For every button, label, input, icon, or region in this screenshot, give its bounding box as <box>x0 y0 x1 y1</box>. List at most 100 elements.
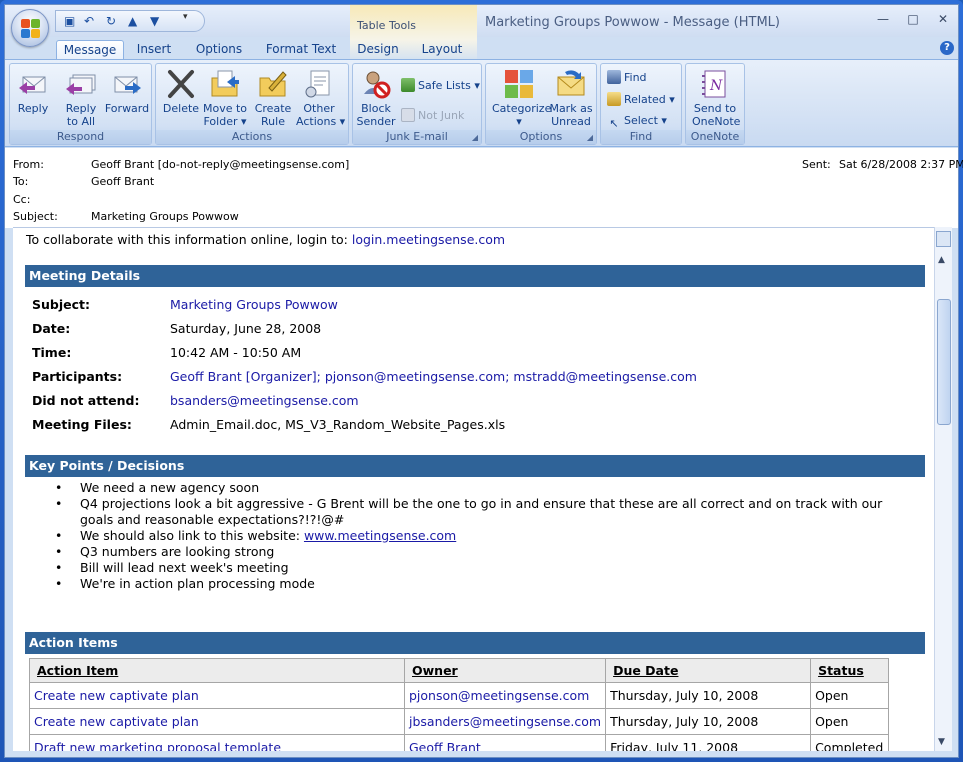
owner-cell[interactable]: jbsanders@meetingsense.com <box>403 708 607 735</box>
from-value[interactable]: Geoff Brant [do-not-reply@meetingsense.c… <box>91 158 349 171</box>
status-cell: Open <box>810 682 890 709</box>
not-junk-button[interactable]: Not Junk <box>401 108 464 122</box>
owner-cell[interactable]: pjonson@meetingsense.com <box>403 682 607 709</box>
due-date-cell: Thursday, July 10, 2008 <box>605 682 812 709</box>
detail-did-not-attend-key: Did not attend: <box>32 393 140 408</box>
related-button[interactable]: Related ▾ <box>607 92 675 106</box>
find-group-label: Find <box>601 130 681 144</box>
help-icon[interactable]: ? <box>940 41 954 55</box>
action-item-cell[interactable]: Draft new marketing proposal template <box>29 734 405 751</box>
group-junk-email: Block Sender Safe Lists ▾ Not Junk Junk … <box>352 63 482 145</box>
tab-layout[interactable]: Layout <box>419 40 465 60</box>
customize-qat-icon[interactable]: ▾ <box>183 12 188 22</box>
forward-button[interactable]: Forward <box>104 68 150 115</box>
reply-all-button[interactable]: Reply to All <box>58 68 104 128</box>
categorize-button[interactable]: Categorize ▾ <box>492 68 551 128</box>
table-row: Create new captivate plan jbsanders@meet… <box>29 708 890 735</box>
reply-label: Reply <box>17 102 49 115</box>
login-link[interactable]: login.meetingsense.com <box>352 232 505 247</box>
select-button[interactable]: ↖ Select ▾ <box>607 114 667 131</box>
key-point-item: Q3 numbers are looking strong <box>55 544 885 560</box>
onenote-icon: N <box>699 68 731 100</box>
other-actions-button[interactable]: Other Actions ▾ <box>296 68 345 128</box>
outlook-window: ▣ ↶ ↻ ▲ ▼ ▾ Table Tools Marketing Groups… <box>0 0 963 762</box>
actions-group-label: Actions <box>156 130 348 144</box>
detail-did-not-attend-value[interactable]: bsanders@meetingsense.com <box>170 393 359 408</box>
close-icon[interactable]: ✕ <box>934 11 952 27</box>
col-due-date[interactable]: Due Date <box>605 658 812 683</box>
undo-icon[interactable]: ↶ <box>84 14 94 28</box>
junk-group-label: Junk E-mail <box>353 130 481 144</box>
previous-item-icon[interactable]: ▲ <box>128 14 137 28</box>
tab-message[interactable]: Message <box>56 40 124 60</box>
mark-as-unread-button[interactable]: Mark as Unread <box>548 68 594 128</box>
send-to-onenote-button[interactable]: N Send to OneNote <box>692 68 741 128</box>
col-status[interactable]: Status <box>810 658 890 683</box>
from-label: From: <box>13 158 44 171</box>
safe-lists-icon <box>401 78 415 92</box>
create-rule-button[interactable]: Create Rule <box>250 68 296 128</box>
cc-label: Cc: <box>13 193 31 206</box>
find-button[interactable]: Find <box>607 70 647 84</box>
tab-insert[interactable]: Insert <box>133 40 175 60</box>
group-find: Find Related ▾ ↖ Select ▾ Find <box>600 63 682 145</box>
block-sender-icon <box>360 68 392 100</box>
junk-dialog-launcher-icon[interactable]: ◢ <box>472 133 478 142</box>
block-sender-button[interactable]: Block Sender <box>353 68 399 128</box>
window-title: Marketing Groups Powwow - Message (HTML) <box>485 15 780 30</box>
due-date-cell: Friday, July 11, 2008 <box>605 734 812 751</box>
tab-design[interactable]: Design <box>355 40 401 60</box>
scroll-up-icon[interactable]: ▲ <box>938 255 945 265</box>
tab-format-text[interactable]: Format Text <box>263 40 339 60</box>
key-point-item: Q4 projections look a bit aggressive - G… <box>55 496 885 528</box>
group-actions: Delete Move to Folder ▾ Create Rule Othe… <box>155 63 349 145</box>
minimize-icon[interactable]: — <box>874 11 892 27</box>
col-owner[interactable]: Owner <box>403 658 607 683</box>
office-button[interactable] <box>11 9 49 47</box>
move-to-label-2: Folder ▾ <box>203 115 247 128</box>
subject-label: Subject: <box>13 210 58 223</box>
title-bar: ▣ ↶ ↻ ▲ ▼ ▾ Table Tools Marketing Groups… <box>5 5 958 63</box>
to-label: To: <box>13 175 29 188</box>
save-icon[interactable]: ▣ <box>64 14 75 28</box>
delete-icon <box>165 68 197 100</box>
next-item-icon[interactable]: ▼ <box>150 14 159 28</box>
to-value[interactable]: Geoff Brant <box>91 175 154 188</box>
table-row: Create new captivate plan pjonson@meetin… <box>29 682 890 709</box>
scroll-thumb[interactable] <box>937 299 951 425</box>
intro-text: To collaborate with this information onl… <box>26 232 352 247</box>
delete-button[interactable]: Delete <box>158 68 204 115</box>
respond-group-label: Respond <box>10 130 151 144</box>
action-items-header: Action Items <box>25 632 925 654</box>
group-options: Categorize ▾ Mark as Unread Options ◢ <box>485 63 597 145</box>
redo-icon[interactable]: ↻ <box>106 14 116 28</box>
categorize-dropdown-icon: ▾ <box>516 115 522 128</box>
col-action-item[interactable]: Action Item <box>29 658 405 683</box>
move-to-folder-icon <box>209 68 241 100</box>
scroll-down-icon[interactable]: ▼ <box>938 737 945 747</box>
create-rule-label-1: Create <box>254 102 292 115</box>
owner-cell[interactable]: Geoff Brant <box>403 734 607 751</box>
action-item-cell[interactable]: Create new captivate plan <box>29 682 405 709</box>
related-icon <box>607 92 621 106</box>
subject-value: Marketing Groups Powwow <box>91 210 239 223</box>
key-point-item: We're in action plan processing mode <box>55 576 885 592</box>
reply-button[interactable]: Reply <box>10 68 56 115</box>
safe-lists-button[interactable]: Safe Lists ▾ <box>401 78 480 92</box>
key-points-list: We need a new agency soon Q4 projections… <box>55 480 885 592</box>
tab-options[interactable]: Options <box>193 40 245 60</box>
send-to-label-2: OneNote <box>692 115 741 128</box>
move-to-folder-button[interactable]: Move to Folder ▾ <box>202 68 248 128</box>
detail-meeting-files-value: Admin_Email.doc, MS_V3_Random_Website_Pa… <box>170 417 506 432</box>
detail-participants-value[interactable]: Geoff Brant [Organizer]; pjonson@meeting… <box>170 369 697 384</box>
key-point-item: Bill will lead next week's meeting <box>55 560 885 576</box>
maximize-icon[interactable]: □ <box>904 11 922 27</box>
view-options-icon[interactable] <box>936 231 951 247</box>
options-dialog-launcher-icon[interactable]: ◢ <box>587 133 593 142</box>
action-item-cell[interactable]: Create new captivate plan <box>29 708 405 735</box>
mark-as-label-1: Mark as <box>549 102 593 115</box>
website-link[interactable]: www.meetingsense.com <box>304 528 456 543</box>
vertical-scrollbar[interactable]: ▲ ▼ <box>934 227 952 751</box>
detail-meeting-files-key: Meeting Files: <box>32 417 132 432</box>
detail-subject-value[interactable]: Marketing Groups Powwow <box>170 297 338 312</box>
